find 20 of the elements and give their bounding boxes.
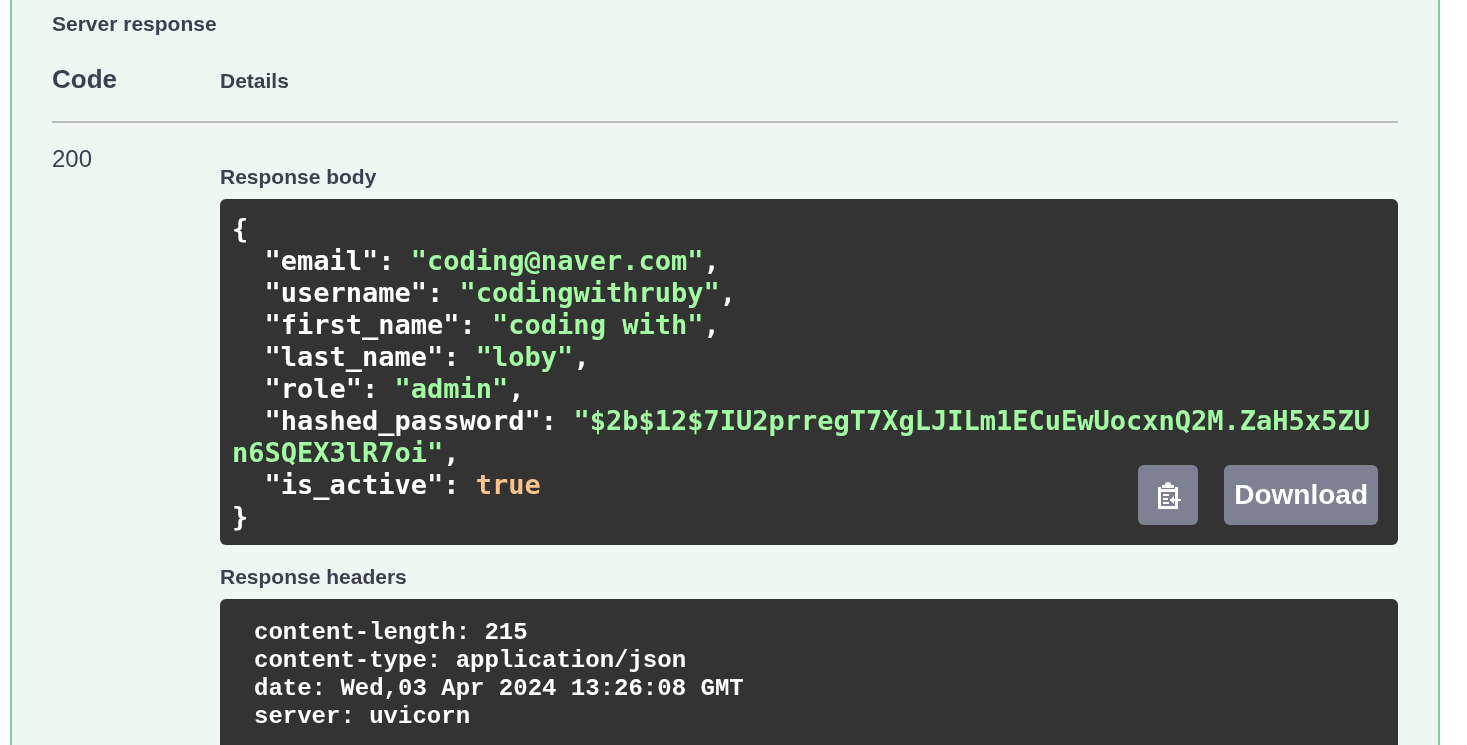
code-line: "is_active": true [263,469,541,501]
code-line: "role": "admin", [263,373,525,405]
header-line: server: uvicorn [254,703,471,731]
response-body-title: Response body [220,165,378,189]
status-code: 200 [52,145,93,172]
header-line: content-type: application/json [254,647,687,675]
header-line: date: Wed,03 Apr 2024 13:26:08 GMT [254,675,744,703]
code-line: "last_name": "loby", [263,341,590,373]
copy-button[interactable] [1138,465,1199,525]
code-line: { [232,213,249,245]
download-button[interactable]: Download [1224,465,1378,525]
section-title: Server response [52,11,218,37]
column-header: Details [220,69,289,93]
column-header: Code [52,64,118,95]
header-line: content-length: 215 [254,619,528,647]
response-headers-title: Response headers [220,565,408,589]
code-line: "email": "coding@naver.com", [263,245,720,277]
code-line: "username": "codingwithruby", [263,277,736,309]
code-line: "first_name": "coding with", [263,309,720,341]
code-line: } [232,501,249,533]
